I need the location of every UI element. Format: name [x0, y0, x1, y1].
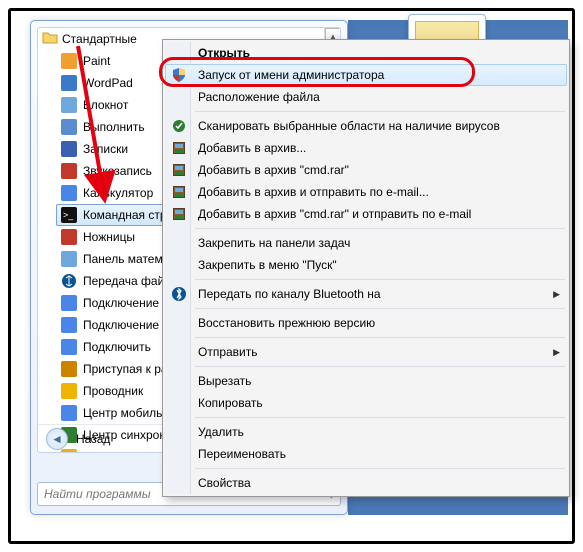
program-icon: [61, 97, 77, 113]
program-icon: [61, 75, 77, 91]
context-menu-label: Передать по каналу Bluetooth на: [198, 287, 381, 301]
context-menu-item[interactable]: Закрепить на панели задач: [165, 232, 567, 254]
context-menu-label: Расположение файла: [198, 90, 320, 104]
program-icon: [61, 295, 77, 311]
context-menu-separator: [195, 468, 565, 469]
program-label: Ножницы: [83, 230, 135, 244]
context-menu-item[interactable]: Добавить в архив и отправить по e-mail..…: [165, 181, 567, 203]
program-label: Выполнить: [83, 120, 145, 134]
context-menu-label: Добавить в архив "cmd.rar": [198, 163, 349, 177]
program-label: Подключить: [83, 340, 151, 354]
context-menu-separator: [195, 337, 565, 338]
context-menu-item[interactable]: Расположение файла: [165, 86, 567, 108]
context-menu-label: Закрепить в меню "Пуск": [198, 258, 337, 272]
context-menu-item[interactable]: Восстановить прежнюю версию: [165, 312, 567, 334]
context-menu-separator: [195, 308, 565, 309]
folder-title: Стандартные: [62, 32, 137, 46]
context-menu: Открыть Запуск от имени администратора Рас…: [162, 39, 570, 497]
context-menu-item[interactable]: Переименовать: [165, 443, 567, 465]
program-icon: [61, 273, 77, 289]
context-menu-label: Отправить: [198, 345, 258, 359]
context-menu-separator: [195, 417, 565, 418]
context-menu-label: Закрепить на панели задач: [198, 236, 350, 250]
back-label: Назад: [76, 432, 110, 446]
av-icon: [171, 118, 187, 134]
context-menu-label: Свойства: [198, 476, 251, 490]
program-label: Калькулятор: [83, 186, 153, 200]
submenu-arrow-icon: ▶: [553, 347, 560, 358]
context-menu-item[interactable]: Добавить в архив "cmd.rar" и отправить п…: [165, 203, 567, 225]
rar-icon: [171, 140, 187, 156]
context-menu-item[interactable]: Удалить: [165, 421, 567, 443]
context-menu-label: Копировать: [198, 396, 263, 410]
context-menu-label: Открыть: [198, 46, 250, 60]
context-menu-label: Добавить в архив "cmd.rar" и отправить п…: [198, 207, 471, 221]
program-icon: [61, 229, 77, 245]
context-menu-label: Удалить: [198, 425, 244, 439]
program-icon: [61, 141, 77, 157]
context-menu-item[interactable]: Копировать: [165, 392, 567, 414]
context-menu-label: Вырезать: [198, 374, 251, 388]
program-icon: [61, 339, 77, 355]
context-menu-item[interactable]: Сканировать выбранные области на наличие…: [165, 115, 567, 137]
context-menu-separator: [195, 111, 565, 112]
context-menu-label: Запуск от имени администратора: [198, 68, 384, 82]
context-menu-separator: [195, 366, 565, 367]
context-menu-item[interactable]: Закрепить в меню "Пуск": [165, 254, 567, 276]
program-label: Проводник: [83, 384, 143, 398]
program-icon: [61, 163, 77, 179]
context-menu-label: Добавить в архив и отправить по e-mail..…: [198, 185, 429, 199]
program-icon: >_: [61, 207, 77, 223]
back-arrow-icon: ◄: [46, 428, 68, 450]
context-menu-item[interactable]: Отправить ▶: [165, 341, 567, 363]
context-menu-label: Добавить в архив...: [198, 141, 306, 155]
context-menu-item[interactable]: Запуск от имени администратора: [165, 64, 567, 86]
program-icon: [61, 317, 77, 333]
rar-icon: [171, 162, 187, 178]
context-menu-separator: [195, 228, 565, 229]
program-icon: [61, 53, 77, 69]
bt-icon: [171, 286, 187, 302]
context-menu-item[interactable]: Открыть: [165, 42, 567, 64]
program-icon: [61, 251, 77, 267]
context-menu-item[interactable]: Добавить в архив...: [165, 137, 567, 159]
program-icon: [61, 361, 77, 377]
program-icon: [61, 405, 77, 421]
program-icon: [61, 119, 77, 135]
rar-icon: [171, 184, 187, 200]
program-label: Paint: [83, 54, 110, 68]
rar-icon: [171, 206, 187, 222]
program-label: WordPad: [83, 76, 133, 90]
shield-icon: [171, 67, 187, 83]
context-menu-item[interactable]: Вырезать: [165, 370, 567, 392]
context-menu-item[interactable]: Передать по каналу Bluetooth на ▶: [165, 283, 567, 305]
program-label: Звукозапись: [83, 164, 152, 178]
submenu-arrow-icon: ▶: [553, 289, 560, 300]
context-menu-label: Сканировать выбранные области на наличие…: [198, 119, 500, 133]
folder-icon: [42, 30, 58, 49]
context-menu-item[interactable]: Свойства: [165, 472, 567, 494]
program-icon: [61, 185, 77, 201]
context-menu-label: Восстановить прежнюю версию: [198, 316, 375, 330]
program-label: Записки: [83, 142, 128, 156]
context-menu-label: Переименовать: [198, 447, 286, 461]
search-placeholder: Найти программы: [44, 487, 151, 501]
context-menu-item[interactable]: Добавить в архив "cmd.rar": [165, 159, 567, 181]
context-menu-separator: [195, 279, 565, 280]
program-label: Блокнот: [83, 98, 128, 112]
program-icon: [61, 383, 77, 399]
